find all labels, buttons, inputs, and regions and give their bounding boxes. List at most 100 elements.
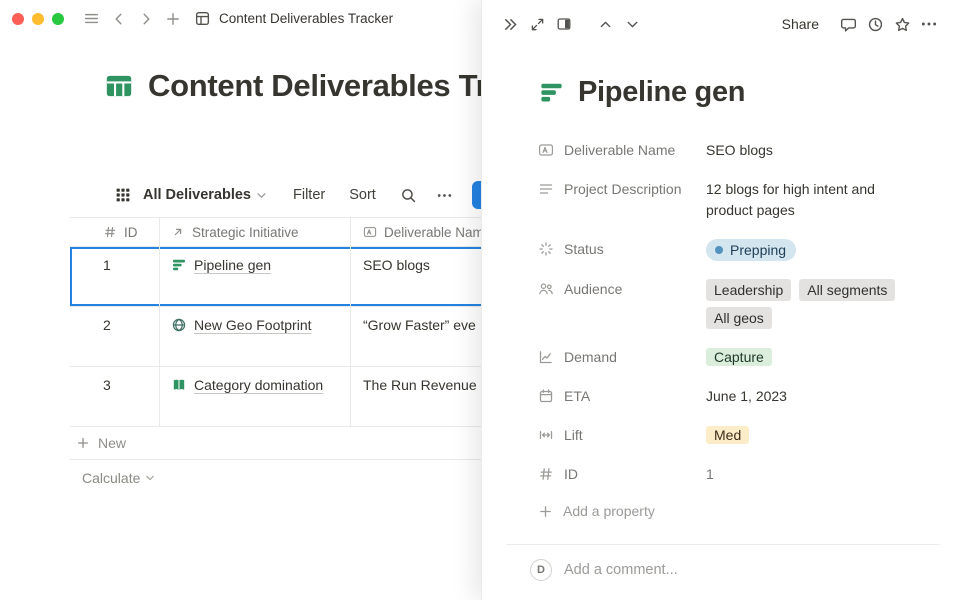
page-more-button[interactable] [916,11,942,37]
add-property-button[interactable]: Add a property [538,494,940,528]
double-chevron-right-icon [502,16,519,33]
column-label: Deliverable Name [384,225,491,240]
plus-icon [538,504,553,519]
search-button[interactable] [396,182,422,208]
comment-icon [840,16,857,33]
title-icon [538,142,554,158]
demand-tag[interactable]: Capture [706,348,772,366]
page-link-label: New Geo Footprint [194,317,312,333]
filter-button[interactable]: Filter [293,187,325,203]
more-icon [920,15,938,33]
green-book-icon [171,377,187,393]
breadcrumb[interactable]: Content Deliverables Tracker [194,10,393,27]
property-label[interactable]: Lift [538,425,706,445]
cell-initiative[interactable]: Pipeline gen [160,247,351,306]
page-link[interactable]: New Geo Footprint [171,317,312,333]
cell-id[interactable]: 3 [70,367,160,426]
property-row-deliverable-name: Deliverable Name SEO blogs [538,131,940,170]
view-grid-button[interactable] [112,184,134,206]
property-label[interactable]: Project Description [538,179,706,199]
sort-button[interactable]: Sort [349,187,376,203]
divider [506,544,940,545]
property-value[interactable]: Leadership All segments All geos [706,279,940,329]
arrows-lr-icon [538,427,554,443]
property-row-eta: ETA June 1, 2023 [538,377,940,416]
cell-initiative[interactable]: New Geo Footprint [160,307,351,366]
updates-button[interactable] [862,11,888,37]
audience-tag[interactable]: Leadership [706,279,791,301]
property-label[interactable]: Status [538,239,706,259]
audience-tag[interactable]: All geos [706,307,772,329]
property-row-status: Status Prepping [538,230,940,270]
forward-button[interactable] [132,5,159,32]
status-tag[interactable]: Prepping [706,239,796,261]
close-window-button[interactable] [12,13,24,25]
page-table-icon-large[interactable] [104,71,134,101]
next-record-button[interactable] [619,11,645,37]
sidebar-toggle-button[interactable] [78,5,105,32]
add-property-label: Add a property [563,503,655,519]
new-tab-button[interactable] [159,5,186,32]
side-peek-icon [556,16,572,32]
lift-tag[interactable]: Med [706,426,749,444]
peek-page-header: Pipeline gen [538,76,940,109]
back-button[interactable] [105,5,132,32]
minimize-window-button[interactable] [32,13,44,25]
previous-record-button[interactable] [592,11,618,37]
plus-icon [76,436,90,450]
peek-page-title[interactable]: Pipeline gen [578,76,745,109]
close-peek-button[interactable] [497,11,523,37]
calculate-label: Calculate [82,470,140,486]
property-value[interactable]: SEO blogs [706,140,940,161]
property-value[interactable]: Capture [706,347,940,368]
comments-button[interactable] [835,11,861,37]
property-row-lift: Lift Med [538,416,940,455]
more-options-button[interactable] [432,182,458,208]
property-value[interactable]: Prepping [706,239,940,261]
property-label[interactable]: ETA [538,386,706,406]
page-link[interactable]: Pipeline gen [171,257,271,273]
zoom-window-button[interactable] [52,13,64,25]
chevron-up-icon [598,17,613,32]
property-label[interactable]: ID [538,464,706,484]
cell-id[interactable]: 2 [70,307,160,366]
comment-composer[interactable]: D Add a comment... [530,559,940,581]
status-tag-label: Prepping [730,240,786,260]
comment-input[interactable]: Add a comment... [564,562,678,578]
column-header-strategic-initiative[interactable]: Strategic Initiative [160,218,351,246]
cell-id[interactable]: 1 [70,247,160,306]
property-row-audience: Audience Leadership All segments All geo… [538,270,940,338]
search-icon [400,187,417,204]
property-label[interactable]: Audience [538,279,706,299]
new-row-label: New [98,435,126,451]
page-link[interactable]: Category domination [171,377,323,393]
expand-page-button[interactable] [524,11,550,37]
green-bars-chart-icon [171,257,187,273]
peek-toolbar: Share [482,0,960,48]
column-header-id[interactable]: ID [70,218,160,246]
view-toolbar: All Deliverables Filter Sort New [112,180,545,210]
peek-mode-button[interactable] [551,11,577,37]
calendar-icon [538,388,554,404]
favorite-button[interactable] [889,11,915,37]
page-link-label: Pipeline gen [194,257,271,273]
side-peek-panel: Share Pipeline gen [481,0,960,600]
share-button[interactable]: Share [778,14,823,34]
property-value[interactable]: Med [706,425,940,446]
cell-initiative[interactable]: Category domination [160,367,351,426]
property-list: Deliverable Name SEO blogs Project Descr… [538,131,940,528]
status-sun-icon [538,241,554,257]
status-dot [715,246,723,254]
property-value[interactable]: 1 [706,464,940,485]
audience-tag[interactable]: All segments [799,279,895,301]
hash-icon [538,466,554,482]
chevron-down-icon [256,190,267,201]
property-row-id: ID 1 [538,455,940,494]
property-label[interactable]: Deliverable Name [538,140,706,160]
green-bars-chart-icon[interactable] [538,79,565,106]
view-selector[interactable]: All Deliverables [143,187,267,203]
traffic-lights [12,13,64,25]
property-value[interactable]: June 1, 2023 [706,386,940,407]
property-value[interactable]: 12 blogs for high intent and product pag… [706,179,906,221]
property-label[interactable]: Demand [538,347,706,367]
